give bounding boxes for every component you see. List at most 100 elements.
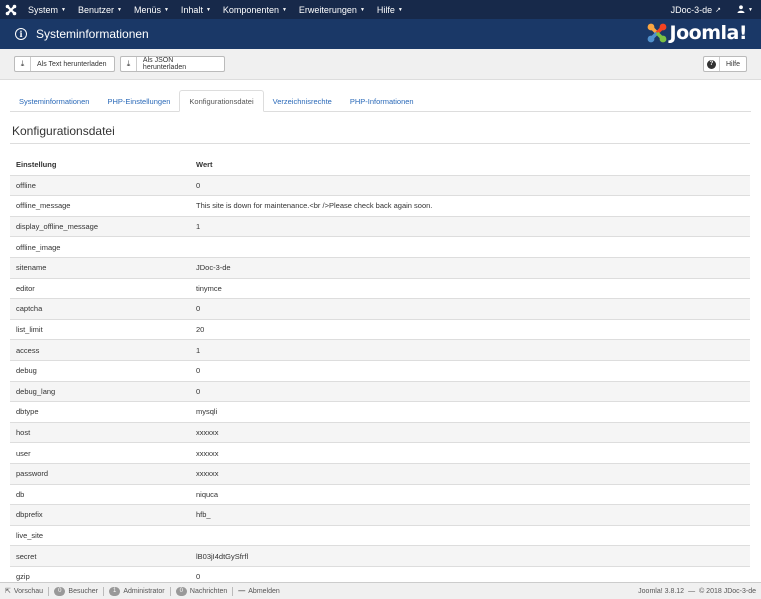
download-icon: ⤓ xyxy=(121,57,137,71)
table-row: dbtype mysqli xyxy=(10,401,750,422)
config-table: Einstellung Wert offline 0 offline_message… xyxy=(10,154,750,586)
admins-label: Administrator xyxy=(123,587,165,595)
external-link-icon: ↗ xyxy=(715,6,722,14)
table-row: dbprefix hfb_ xyxy=(10,504,750,525)
tab-verzeichnisrechte[interactable]: Verzeichnisrechte xyxy=(264,90,341,112)
preview-link[interactable]: ⇱ Vorschau xyxy=(0,587,48,596)
admins-status: 1 Administrator xyxy=(104,586,170,596)
footer-dash: — xyxy=(688,588,696,595)
help-icon: ? xyxy=(704,57,720,71)
menu-erweiterungen-label: Erweiterungen xyxy=(298,4,357,15)
table-row: list_limit 20 xyxy=(10,318,750,340)
setting-name-cell: editor xyxy=(16,283,35,293)
setting-name-cell: captcha xyxy=(16,304,43,314)
logout-label: Abmelden xyxy=(248,587,280,595)
divider xyxy=(10,143,750,144)
column-header-setting: Einstellung xyxy=(16,159,57,169)
footer-info: Joomla! 3.8.12 — © 2018 JDoc-3-de xyxy=(634,583,756,599)
tab-php-informationen[interactable]: PHP-Informationen xyxy=(341,90,423,112)
setting-name-cell: list_limit xyxy=(16,325,43,335)
table-row: sitename JDoc-3-de xyxy=(10,256,750,278)
tab-systeminformationen[interactable]: Systeminformationen xyxy=(10,90,98,112)
caret-down-icon: ▼ xyxy=(281,6,287,13)
setting-name-cell: sitename xyxy=(16,263,47,273)
info-icon: i xyxy=(15,28,27,40)
caret-down-icon: ▼ xyxy=(205,6,211,13)
messages-count-badge: 0 xyxy=(175,586,187,596)
setting-value-cell: niquca xyxy=(196,489,219,499)
table-header-row: Einstellung Wert xyxy=(10,154,750,175)
menu-komponenten[interactable]: Komponenten ▼ xyxy=(217,0,293,19)
menu-hilfe[interactable]: Hilfe ▼ xyxy=(371,0,409,19)
table-row: db niquca xyxy=(10,483,750,505)
setting-value-cell: 0 xyxy=(196,572,201,582)
menu-benutzer[interactable]: Benutzer ▼ xyxy=(72,0,128,19)
section-title: Konfigurationsdatei xyxy=(12,124,115,138)
visitors-label: Besucher xyxy=(68,587,98,595)
help-button[interactable]: ? Hilfe xyxy=(703,56,747,72)
joomla-brand-icon xyxy=(646,22,668,44)
setting-value-cell: 1 xyxy=(196,222,201,232)
setting-value-cell: lB03jI4dtGySfrfl xyxy=(196,551,249,561)
caret-down-icon: ▼ xyxy=(397,6,403,13)
tab-php-einstellungen[interactable]: PHP-Einstellungen xyxy=(98,90,179,112)
tab-bar: Systeminformationen PHP-Einstellungen Ko… xyxy=(10,90,751,112)
status-bar: ⇱ Vorschau 0 Besucher 1 Administrator 0 … xyxy=(0,582,761,599)
table-row: debug 0 xyxy=(10,359,750,381)
menu-erweiterungen[interactable]: Erweiterungen ▼ xyxy=(293,0,371,19)
download-json-button[interactable]: ⤓ Als JSON herunterladen xyxy=(120,56,225,72)
setting-name-cell: debug xyxy=(16,366,37,376)
external-link-icon: ⇱ xyxy=(5,588,11,595)
table-row: host xxxxxx xyxy=(10,421,750,443)
setting-value-cell: 0 xyxy=(196,366,201,376)
menu-inhalt-label: Inhalt xyxy=(180,4,203,15)
table-row: secret lB03jI4dtGySfrfl xyxy=(10,545,750,566)
setting-value-cell: 0 xyxy=(196,304,201,314)
setting-name-cell: gzip xyxy=(16,572,30,582)
help-label: Hilfe xyxy=(725,60,740,68)
logout-link[interactable]: — Abmelden xyxy=(233,588,285,595)
user-menu[interactable]: ▼ xyxy=(729,0,761,19)
menu-system-label: System xyxy=(28,4,59,15)
menu-hilfe-label: Hilfe xyxy=(376,4,395,15)
setting-name-cell: offline xyxy=(16,180,36,190)
table-row: offline 0 xyxy=(10,174,750,196)
user-icon xyxy=(737,4,745,15)
page-header: i Systeminformationen Joomla! xyxy=(0,19,761,49)
table-row: captcha 0 xyxy=(10,298,750,319)
admins-count-badge: 1 xyxy=(108,586,121,596)
download-json-label: Als JSON herunterladen xyxy=(142,57,187,71)
setting-value-cell: 0 xyxy=(196,180,201,190)
joomla-logo-icon[interactable] xyxy=(0,0,22,19)
site-link[interactable]: JDoc-3-de ↗ xyxy=(663,0,729,19)
setting-name-cell: host xyxy=(16,428,31,438)
table-row: access 1 xyxy=(10,339,750,360)
setting-value-cell: xxxxxx xyxy=(196,448,219,458)
download-text-button[interactable]: ⤓ Als Text herunterladen xyxy=(14,56,115,72)
setting-name-cell: dbtype xyxy=(16,407,39,417)
setting-name-cell: user xyxy=(16,448,31,458)
setting-value-cell: xxxxxx xyxy=(196,469,219,479)
table-row: user xxxxxx xyxy=(10,442,750,463)
setting-name-cell: secret xyxy=(16,551,37,561)
joomla-brand: Joomla! xyxy=(646,22,748,44)
download-text-label: Als Text herunterladen xyxy=(37,60,107,68)
setting-name-cell: offline_image xyxy=(16,242,61,252)
menu-menues[interactable]: Menüs ▼ xyxy=(128,0,175,19)
setting-name-cell: display_offline_message xyxy=(16,222,98,232)
menu-inhalt[interactable]: Inhalt ▼ xyxy=(175,0,217,19)
menu-system[interactable]: System ▼ xyxy=(22,0,72,19)
site-link-label: JDoc-3-de xyxy=(670,4,713,15)
toolbar: ⤓ Als Text herunterladen ⤓ Als JSON heru… xyxy=(0,49,761,80)
menu-komponenten-label: Komponenten xyxy=(222,4,279,15)
setting-value-cell: tinymce xyxy=(196,283,222,293)
messages-link[interactable]: 0 Nachrichten xyxy=(171,586,233,596)
caret-down-icon: ▼ xyxy=(163,6,169,13)
visitors-status: 0 Besucher xyxy=(49,586,103,596)
tab-konfigurationsdatei[interactable]: Konfigurationsdatei xyxy=(179,90,264,112)
column-header-value: Wert xyxy=(196,159,213,169)
setting-value-cell: This site is down for maintenance.<br />… xyxy=(196,201,433,211)
caret-down-icon: ▼ xyxy=(117,6,122,13)
table-row: offline_message This site is down for mai… xyxy=(10,195,750,216)
copyright-text: © 2018 JDoc-3-de xyxy=(699,588,756,595)
